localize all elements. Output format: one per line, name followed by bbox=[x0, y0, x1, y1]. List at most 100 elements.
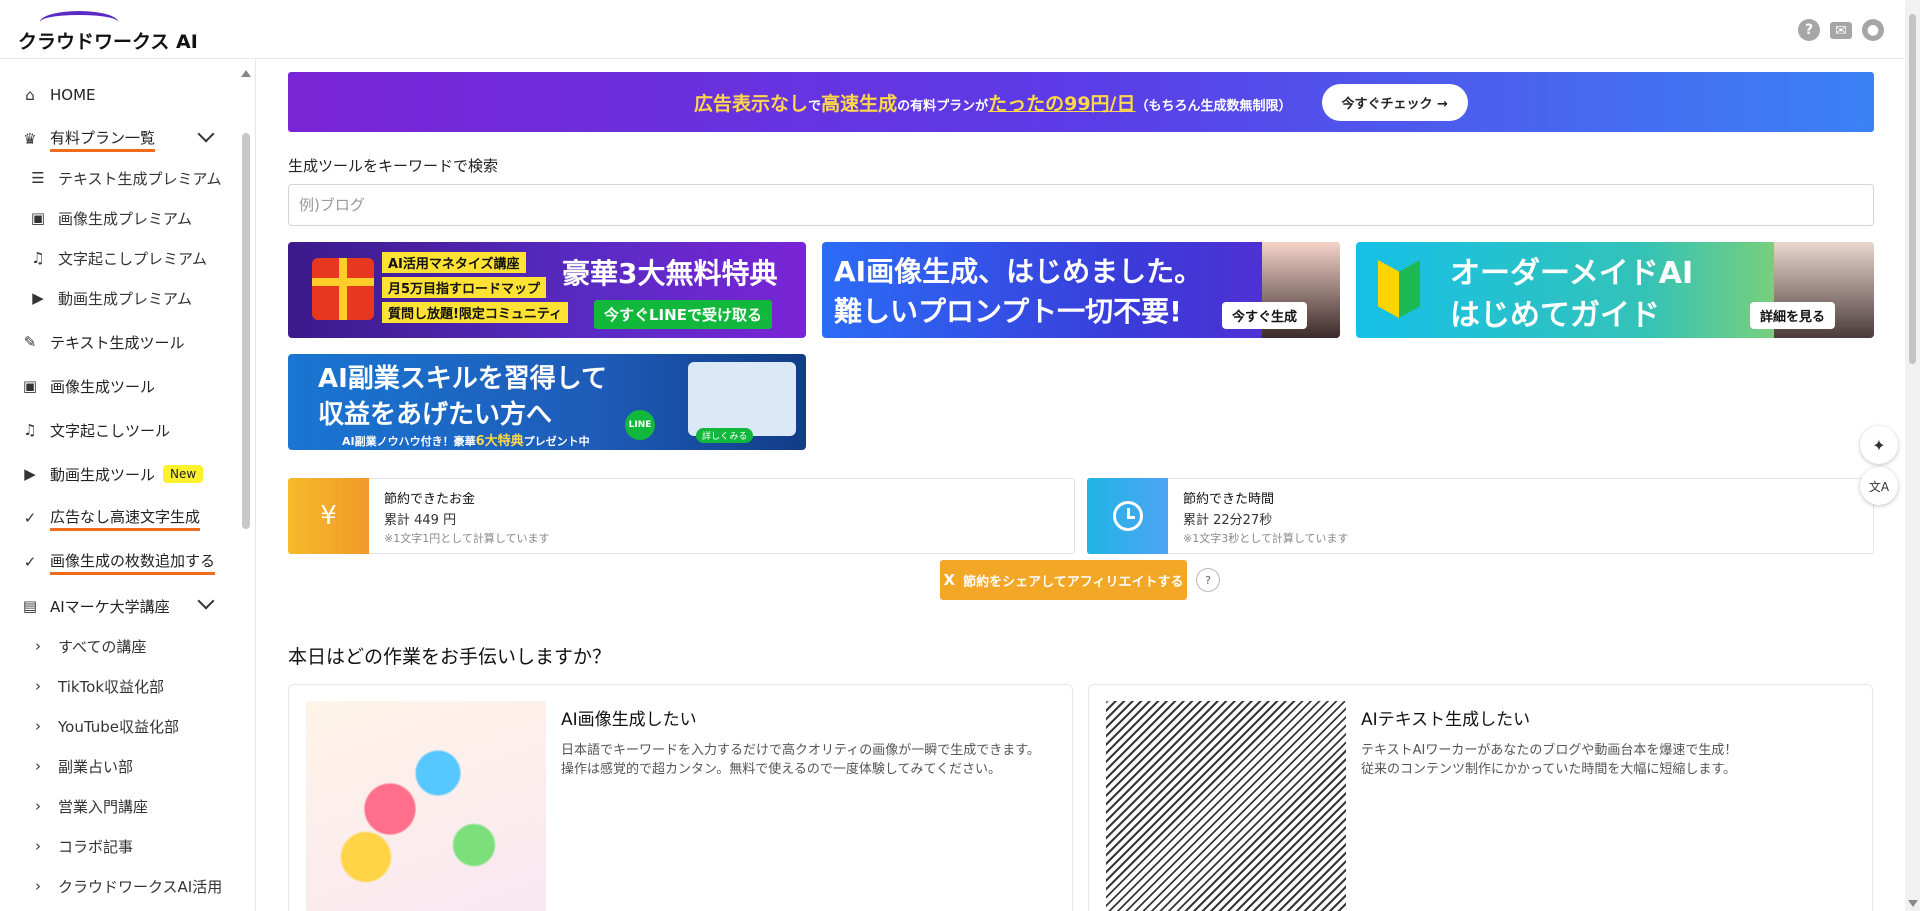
banner-line-bonus[interactable]: AI活用マネタイズ講座 月5万目指すロードマップ 質問し放題!限定コミュニティ … bbox=[288, 242, 806, 338]
top-header: クラウドワークス AI ? ✉ ● bbox=[0, 0, 1920, 59]
bonus-tag: 質問し放題!限定コミュニティ bbox=[382, 302, 569, 323]
sidebar-item-text-premium[interactable]: ☰ テキスト生成プレミアム bbox=[28, 165, 221, 191]
sidebar-item-label: すべての講座 bbox=[58, 637, 147, 656]
banner-headline: オーダーメイドAI bbox=[1450, 256, 1694, 291]
card-description: テキストAIワーカーがあなたのブログや動画台本を爆速で生成！ 従来のコンテンツ制… bbox=[1361, 743, 1738, 777]
check-circle-icon: ✓ bbox=[23, 509, 37, 527]
sidebar-item-image-premium[interactable]: ▣ 画像生成プレミアム bbox=[28, 205, 192, 231]
search-input[interactable] bbox=[288, 184, 1874, 226]
banner-headline: AI副業スキルを習得して bbox=[318, 364, 608, 394]
view-details-button[interactable]: 詳細を見る bbox=[1750, 302, 1836, 329]
sidebar-item-text-tool[interactable]: ✎ テキスト生成ツール bbox=[20, 329, 185, 355]
scroll-up-icon[interactable] bbox=[241, 70, 251, 77]
sidebar-item-label: AIマーケ大学講座 bbox=[50, 597, 170, 616]
help-icon[interactable]: ? bbox=[1798, 19, 1820, 41]
sidebar-item-label: テキスト生成ツール bbox=[50, 333, 185, 352]
page-scrollbar[interactable] bbox=[1905, 0, 1920, 911]
book-icon: ▤ bbox=[22, 597, 38, 615]
sidebar-item-home[interactable]: ⌂ HOME bbox=[20, 82, 96, 108]
sidebar-item-crowdworks-ai[interactable]: › クラウドワークスAI活用 bbox=[28, 873, 222, 899]
banner-image-gen[interactable]: AI画像生成、はじめました。 難しいプロンプト一切不要! 今すぐ生成 bbox=[822, 242, 1340, 338]
sidebar-item-add-image-count[interactable]: ✓ 画像生成の枚数追加する bbox=[20, 549, 216, 575]
banner-subheadline: 難しいプロンプト一切不要! bbox=[834, 295, 1182, 328]
main-content: 広告表示なしで高速生成の有料プランがたったの99円/日（もちろん生成数無制限） … bbox=[288, 60, 1874, 911]
home-icon: ⌂ bbox=[25, 86, 35, 104]
card-ai-image[interactable]: AI画像生成したい 日本語でキーワードを入力するだけで高クオリティの画像が一瞬で… bbox=[288, 684, 1073, 911]
sidebar-scroll-thumb[interactable] bbox=[242, 133, 250, 529]
sidebar-item-label: 画像生成の枚数追加する bbox=[50, 550, 216, 575]
banner-subheadline: はじめてガイド bbox=[1450, 298, 1660, 333]
banner-headline: AI画像生成、はじめました。 bbox=[834, 255, 1203, 288]
page-scroll-thumb[interactable] bbox=[1909, 14, 1916, 364]
share-affiliate-button[interactable]: X 節約をシェアしてアフィリエイトする bbox=[940, 560, 1187, 600]
sidebar-item-sales-intro[interactable]: › 営業入門講座 bbox=[28, 793, 148, 819]
chevron-circle-icon: › bbox=[35, 717, 41, 735]
sidebar-item-youtube[interactable]: › YouTube収益化部 bbox=[28, 713, 179, 739]
sidebar-item-label: クラウドワークスAI活用 bbox=[58, 877, 223, 896]
image-icon: ▣ bbox=[30, 209, 46, 227]
see-more-button[interactable]: 詳しくみる bbox=[696, 428, 754, 443]
sidebar-item-label: 副業占い部 bbox=[58, 757, 134, 776]
bonus-tags: AI活用マネタイズ講座 月5万目指すロードマップ 質問し放題!限定コミュニティ bbox=[382, 252, 569, 323]
banner-footer: AI副業ノウハウ付き！豪華6大特典プレゼント中 bbox=[342, 434, 590, 449]
sidebar-item-ai-marketing-univ[interactable]: ▤ AIマーケ大学講座 bbox=[20, 593, 170, 619]
line-receive-button[interactable]: 今すぐLINEで受け取る bbox=[594, 300, 772, 329]
logo[interactable]: クラウドワークス AI bbox=[18, 10, 198, 53]
banner-side-business[interactable]: AI副業スキルを習得して 収益をあげたい方へ AI副業ノウハウ付き！豪華6大特典… bbox=[288, 354, 806, 450]
sidebar-item-transcribe-premium[interactable]: ♫ 文字起こしプレミアム bbox=[28, 245, 207, 271]
stat-title: 節約できた時間 bbox=[1183, 492, 1275, 507]
banner-headline: 豪華3大無料特典 bbox=[562, 257, 778, 290]
check-now-button[interactable]: 今すぐチェック → bbox=[1321, 83, 1468, 121]
generate-now-button[interactable]: 今すぐ生成 bbox=[1222, 302, 1308, 329]
chevron-down-icon[interactable] bbox=[197, 592, 215, 610]
sidebar-item-label: HOME bbox=[50, 86, 96, 104]
bonus-tag: AI活用マネタイズ講座 bbox=[382, 252, 526, 273]
chevron-down-icon[interactable] bbox=[197, 125, 215, 143]
new-badge: New bbox=[163, 465, 204, 483]
search-label: 生成ツールをキーワードで検索 bbox=[288, 157, 499, 175]
sidebar-item-video-tool[interactable]: ▶ 動画生成ツール New bbox=[20, 461, 204, 487]
saved-money-card: ¥ 節約できたお金 累計 449 円 ※1文字1円として計算しています bbox=[288, 478, 1075, 554]
sidebar-item-fortune[interactable]: › 副業占い部 bbox=[28, 753, 133, 779]
help-icon[interactable]: ? bbox=[1196, 568, 1220, 592]
sidebar-item-label: 営業入門講座 bbox=[58, 797, 149, 816]
chevron-circle-icon: › bbox=[35, 677, 41, 695]
clock-icon bbox=[1087, 478, 1168, 554]
sidebar-item-paid-plans[interactable]: ♛ 有料プラン一覧 bbox=[20, 126, 156, 152]
promo-text: 広告表示なしで高速生成の有料プランがたったの99円/日（もちろん生成数無制限） bbox=[694, 92, 1292, 115]
chevron-circle-icon: › bbox=[35, 837, 41, 855]
mail-icon[interactable]: ✉ bbox=[1830, 22, 1852, 39]
sidebar-scrollbar[interactable] bbox=[241, 70, 251, 910]
sidebar-item-adfree-fast[interactable]: ✓ 広告なし高速文字生成 bbox=[20, 505, 201, 531]
bonus-tag: 月5万目指すロードマップ bbox=[382, 277, 547, 298]
sidebar-item-transcribe-tool[interactable]: ♫ 文字起こしツール bbox=[20, 417, 170, 443]
sidebar-item-video-premium[interactable]: ▶ 動画生成プレミアム bbox=[28, 285, 192, 311]
sidebar-item-all-courses[interactable]: › すべての講座 bbox=[28, 633, 146, 659]
stat-note: ※1文字3秒として計算しています bbox=[1183, 532, 1349, 545]
card-title: AIテキスト生成したい bbox=[1361, 710, 1531, 730]
chevron-circle-icon: › bbox=[35, 637, 41, 655]
sidebar-item-label: 画像生成ツール bbox=[50, 377, 156, 396]
account-icon[interactable]: ● bbox=[1862, 19, 1884, 41]
typing-maid-illustration bbox=[1106, 701, 1346, 911]
painter-maid-illustration bbox=[306, 701, 546, 911]
scroll-down-icon[interactable] bbox=[1908, 900, 1918, 907]
stat-value: 累計 22分27秒 bbox=[1183, 513, 1273, 528]
translate-icon[interactable]: 文A bbox=[1860, 467, 1898, 505]
stat-value: 累計 449 円 bbox=[384, 513, 457, 528]
banner-ordermade-guide[interactable]: オーダーメイドAI はじめてガイド 詳細を見る bbox=[1356, 242, 1874, 338]
sidebar: ⌂ HOME ♛ 有料プラン一覧 ☰ テキスト生成プレミアム ▣ 画像生成プレミ… bbox=[0, 60, 256, 911]
sidebar-item-collab[interactable]: › コラボ記事 bbox=[28, 833, 133, 859]
card-title: AI画像生成したい bbox=[561, 710, 697, 730]
sparkle-icon[interactable]: ✦ bbox=[1860, 426, 1898, 464]
video-icon: ▶ bbox=[32, 289, 44, 307]
sidebar-item-label: 文字起こしプレミアム bbox=[58, 249, 207, 268]
sidebar-item-label: TikTok収益化部 bbox=[58, 677, 165, 696]
sidebar-item-image-tool[interactable]: ▣ 画像生成ツール bbox=[20, 373, 155, 399]
image-icon: ▣ bbox=[22, 377, 38, 395]
saved-time-card: 節約できた時間 累計 22分27秒 ※1文字3秒として計算しています bbox=[1087, 478, 1874, 554]
promo-banner[interactable]: 広告表示なしで高速生成の有料プランがたったの99円/日（もちろん生成数無制限） … bbox=[288, 72, 1874, 132]
sidebar-item-label: コラボ記事 bbox=[58, 837, 134, 856]
card-ai-text[interactable]: AIテキスト生成したい テキストAIワーカーがあなたのブログや動画台本を爆速で生… bbox=[1088, 684, 1873, 911]
sidebar-item-tiktok[interactable]: › TikTok収益化部 bbox=[28, 673, 164, 699]
